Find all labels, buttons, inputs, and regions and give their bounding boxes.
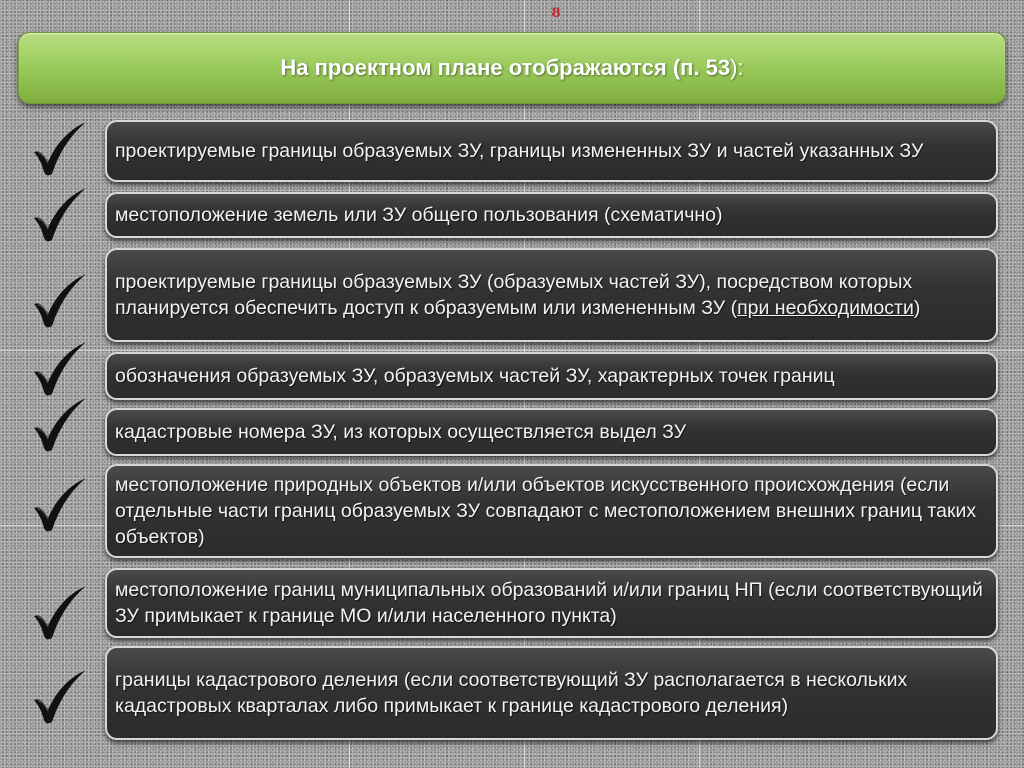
list-item-text: кадастровые номера ЗУ, из которых осущес… — [115, 421, 687, 443]
list-item-text: местоположение границ муниципальных обра… — [115, 579, 983, 627]
page-title: На проектном плане отображаются (п. 53): — [280, 55, 743, 81]
page-number: 8 — [551, 6, 561, 21]
checkmark-icon — [30, 668, 90, 728]
list-item-text: границы кадастрового деления (если соотв… — [115, 669, 908, 717]
list-item-text: местоположение природных объектов и/или … — [115, 474, 977, 548]
list-item: местоположение природных объектов и/или … — [105, 464, 998, 558]
title-banner: На проектном плане отображаются (п. 53): — [18, 32, 1006, 104]
checkmark-icon — [30, 340, 90, 400]
title-text: На проектном плане отображаются (п. 53 — [280, 55, 731, 80]
checkmark-icon — [30, 584, 90, 644]
checkmark-icon — [30, 120, 90, 180]
list-item-text: проектируемые границы образуемых ЗУ, гра… — [115, 140, 924, 162]
list-item: местоположение границ муниципальных обра… — [105, 568, 998, 638]
checkmark-icon — [30, 476, 90, 536]
list-item: проектируемые границы образуемых ЗУ, гра… — [105, 120, 998, 182]
list-item-text: обозначения образуемых ЗУ, образуемых ча… — [115, 365, 835, 387]
checkmark-icon — [30, 186, 90, 246]
list-item: местоположение земель или ЗУ общего поль… — [105, 192, 998, 238]
list-item: границы кадастрового деления (если соотв… — [105, 646, 998, 740]
list-item: проектируемые границы образуемых ЗУ (обр… — [105, 248, 998, 342]
checkmark-icon — [30, 396, 90, 456]
list-item-text-tail: ) — [913, 297, 921, 319]
list-item-text: проектируемые границы образуемых ЗУ (обр… — [115, 269, 988, 321]
list-item-text-underlined: при необходимости — [737, 297, 914, 319]
checkmark-icon — [30, 272, 90, 332]
list-item-text: местоположение земель или ЗУ общего поль… — [115, 204, 723, 226]
list-item: кадастровые номера ЗУ, из которых осущес… — [105, 408, 998, 456]
title-suffix: ): — [730, 55, 744, 80]
list-item: обозначения образуемых ЗУ, образуемых ча… — [105, 352, 998, 400]
grid-line — [0, 350, 1024, 351]
